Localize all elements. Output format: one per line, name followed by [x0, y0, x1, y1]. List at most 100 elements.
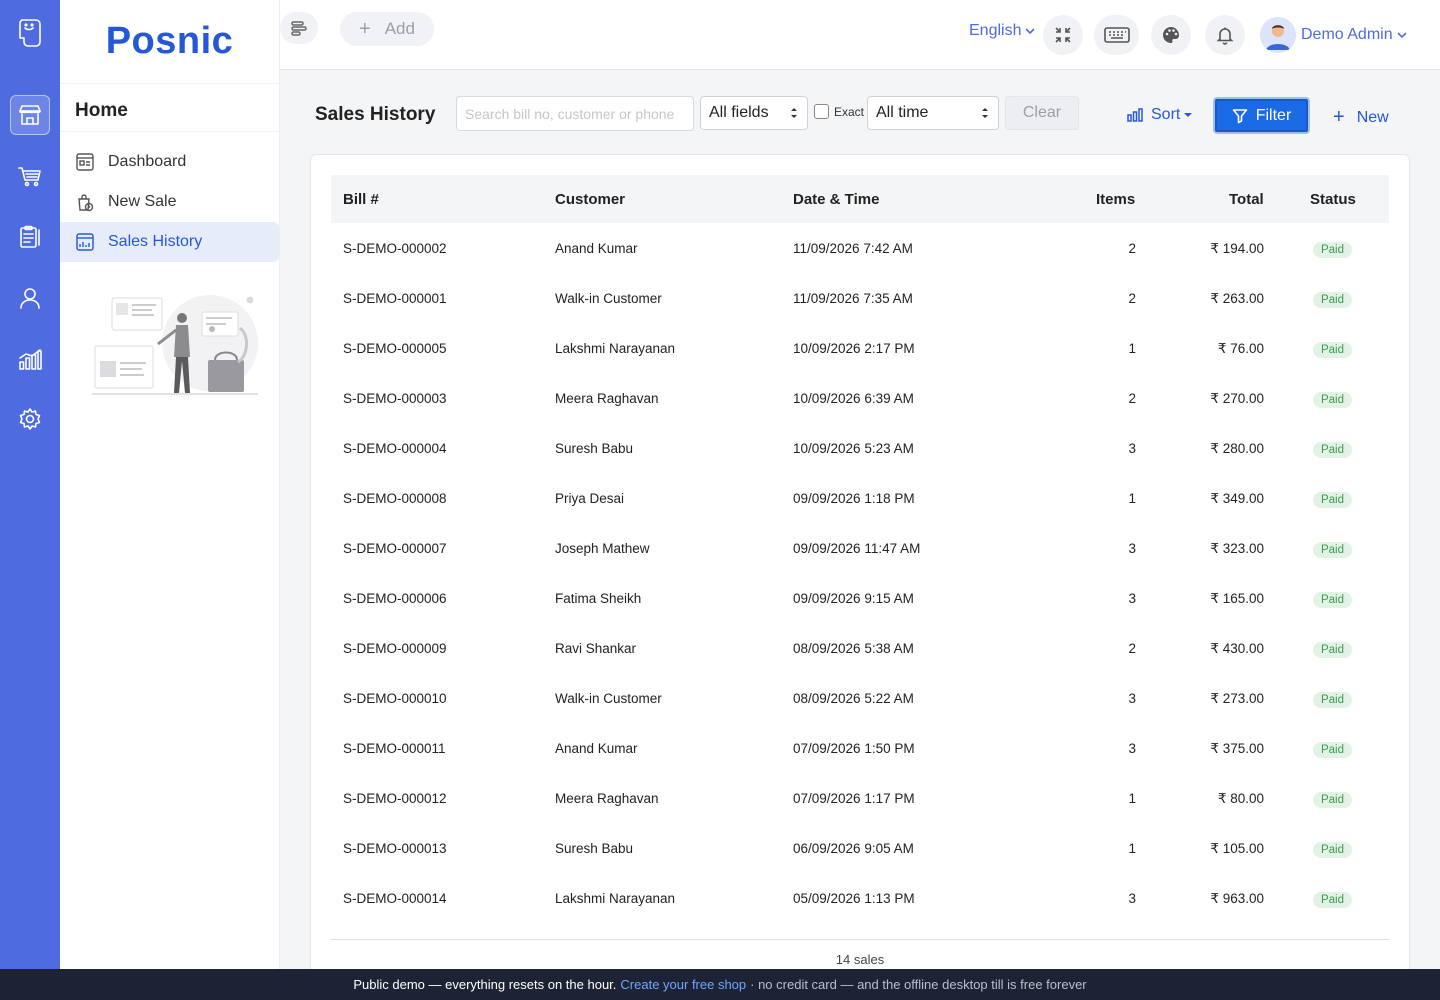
- status-badge: Paid: [1313, 692, 1352, 708]
- menu-toggle-button[interactable]: [280, 12, 318, 44]
- brand-logo[interactable]: Posnic: [60, 0, 279, 84]
- bill-number: S-DEMO-000004: [343, 441, 447, 456]
- sale-datetime: 11/09/2026 7:35 AM: [793, 291, 913, 306]
- table-row[interactable]: S-DEMO-000003 Meera Raghavan 10/09/2026 6:…: [331, 374, 1389, 424]
- rail-chart[interactable]: [10, 339, 50, 379]
- table-row[interactable]: S-DEMO-000002 Anand Kumar 11/09/2026 7:42 …: [331, 224, 1389, 274]
- sidebar-item-sales-history[interactable]: Sales History: [60, 222, 279, 262]
- column-header-customer[interactable]: Customer: [555, 191, 625, 208]
- palette-icon: [1163, 27, 1179, 43]
- icon-rail: [0, 0, 60, 969]
- item-count: 3: [1128, 441, 1136, 456]
- exact-label: Exact: [834, 104, 865, 119]
- keyboard-shortcuts-button[interactable]: [1094, 15, 1139, 55]
- filter-icon: [1232, 108, 1248, 123]
- notifications-button[interactable]: [1205, 15, 1245, 55]
- table-row[interactable]: S-DEMO-000005 Lakshmi Narayanan 10/09/2026…: [331, 324, 1389, 374]
- customer-name: Anand Kumar: [555, 241, 638, 256]
- sale-datetime: 11/09/2026 7:42 AM: [793, 241, 913, 256]
- customer-name: Fatima Sheikh: [555, 591, 642, 606]
- rail-clipboard[interactable]: [10, 217, 50, 257]
- customer-name: Walk-in Customer: [555, 691, 662, 706]
- column-header-status[interactable]: Status: [1310, 191, 1356, 208]
- clear-button[interactable]: Clear: [1005, 96, 1079, 130]
- field-select[interactable]: All fields: [700, 96, 808, 130]
- item-count: 2: [1128, 641, 1136, 656]
- sale-total: ₹ 270.00: [1210, 391, 1264, 406]
- sale-datetime: 09/09/2026 9:15 AM: [793, 591, 914, 606]
- fullscreen-button[interactable]: [1043, 15, 1083, 55]
- rail-cart[interactable]: [10, 156, 50, 196]
- divider: [331, 939, 1389, 940]
- table-row[interactable]: S-DEMO-000011 Anand Kumar 07/09/2026 1:50 …: [331, 724, 1389, 774]
- table-row[interactable]: S-DEMO-000007 Joseph Mathew 09/09/2026 11:…: [331, 524, 1389, 574]
- sale-total: ₹ 963.00: [1210, 891, 1264, 906]
- store-icon: [19, 105, 41, 125]
- item-count: 3: [1128, 741, 1136, 756]
- app-logo-icon[interactable]: [10, 12, 50, 52]
- exact-checkbox[interactable]: Exact: [814, 104, 864, 119]
- keyboard-icon: [1103, 27, 1130, 43]
- sale-datetime: 09/09/2026 11:47 AM: [793, 541, 921, 556]
- sale-total: ₹ 194.00: [1210, 241, 1264, 256]
- sale-datetime: 08/09/2026 5:38 AM: [793, 641, 914, 656]
- rail-store[interactable]: [10, 95, 50, 135]
- column-header-datetime[interactable]: Date & Time: [793, 191, 879, 208]
- item-count: 2: [1128, 291, 1136, 306]
- sidebar-item-dashboard[interactable]: Dashboard: [60, 142, 279, 182]
- table-row[interactable]: S-DEMO-000012 Meera Raghavan 07/09/2026 1:…: [331, 774, 1389, 824]
- item-count: 3: [1128, 691, 1136, 706]
- table-row[interactable]: S-DEMO-000004 Suresh Babu 10/09/2026 5:23 …: [331, 424, 1389, 474]
- table-row[interactable]: S-DEMO-000009 Ravi Shankar 08/09/2026 5:38…: [331, 624, 1389, 674]
- sort-button[interactable]: Sort: [1127, 106, 1193, 124]
- sale-total: ₹ 430.00: [1210, 641, 1264, 656]
- sidebar-item-new-sale[interactable]: New Sale: [60, 182, 279, 222]
- column-header-bill[interactable]: Bill #: [343, 191, 379, 208]
- bill-number: S-DEMO-000001: [343, 291, 447, 306]
- search-input[interactable]: [456, 96, 694, 131]
- language-label: English: [969, 22, 1022, 39]
- table-row[interactable]: S-DEMO-000014 Lakshmi Narayanan 05/09/2026…: [331, 874, 1389, 924]
- status-badge: Paid: [1313, 742, 1352, 758]
- language-select[interactable]: English: [969, 22, 1036, 40]
- new-sale-icon: [75, 192, 95, 212]
- rail-user[interactable]: [10, 278, 50, 318]
- table-row[interactable]: S-DEMO-000008 Priya Desai 09/09/2026 1:18 …: [331, 474, 1389, 524]
- item-count: 2: [1128, 241, 1136, 256]
- sort-label: Sort: [1151, 106, 1181, 123]
- bill-number: S-DEMO-000014: [343, 891, 447, 906]
- rail-settings[interactable]: [10, 399, 50, 439]
- bill-number: S-DEMO-000003: [343, 391, 447, 406]
- sale-datetime: 10/09/2026 5:23 AM: [793, 441, 914, 456]
- sales-count: 14 sales: [835, 952, 885, 967]
- chevron-down-icon: [1397, 32, 1407, 39]
- table-row[interactable]: S-DEMO-000006 Fatima Sheikh 09/09/2026 9:1…: [331, 574, 1389, 624]
- filter-button[interactable]: Filter: [1213, 97, 1310, 134]
- column-header-items[interactable]: Items: [1096, 191, 1135, 208]
- filter-label: Filter: [1255, 106, 1292, 124]
- time-select[interactable]: All time: [867, 96, 999, 130]
- checkbox-box[interactable]: [814, 104, 829, 119]
- sale-datetime: 07/09/2026 1:50 PM: [793, 741, 915, 756]
- user-menu[interactable]: Demo Admin: [1260, 17, 1408, 53]
- sale-datetime: 07/09/2026 1:17 PM: [793, 791, 915, 806]
- status-badge: Paid: [1313, 292, 1352, 308]
- chevron-down-icon: [1025, 28, 1036, 35]
- bill-number: S-DEMO-000002: [343, 241, 447, 256]
- chart-icon: [19, 349, 42, 370]
- table-row[interactable]: S-DEMO-000001 Walk-in Customer 11/09/2026 …: [331, 274, 1389, 324]
- dashboard-icon: [75, 152, 95, 172]
- theme-button[interactable]: [1151, 15, 1191, 55]
- new-sale-button[interactable]: + New: [1333, 106, 1389, 129]
- table-row[interactable]: S-DEMO-000010 Walk-in Customer 08/09/2026 …: [331, 674, 1389, 724]
- user-icon: [20, 288, 40, 309]
- top-bar: + Add English Demo Admin: [280, 0, 1440, 70]
- status-badge: Paid: [1313, 442, 1352, 458]
- create-shop-link[interactable]: Create your free shop: [620, 977, 746, 992]
- column-header-total[interactable]: Total: [1229, 191, 1264, 208]
- new-label: New: [1356, 108, 1389, 126]
- add-button[interactable]: + Add: [340, 12, 434, 46]
- table-row[interactable]: S-DEMO-000013 Suresh Babu 06/09/2026 9:05 …: [331, 824, 1389, 874]
- customer-name: Suresh Babu: [555, 841, 634, 856]
- clipboard-icon: [20, 225, 40, 248]
